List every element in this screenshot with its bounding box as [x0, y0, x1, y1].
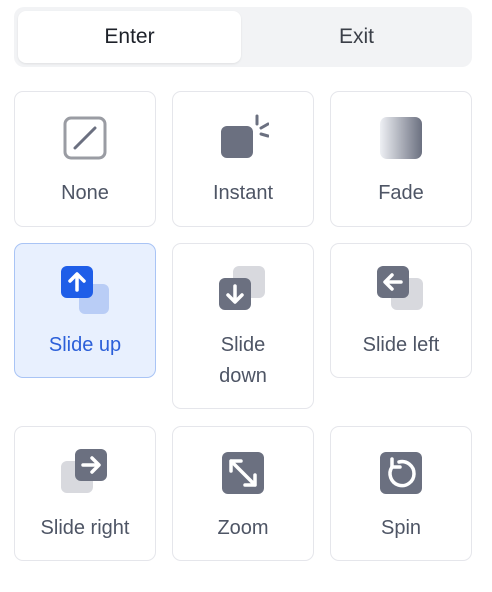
card-slide-right[interactable]: Slide right [14, 426, 156, 561]
slide-right-icon [61, 449, 107, 493]
enter-exit-toggle: Enter Exit [14, 7, 472, 67]
fade-icon [380, 117, 422, 159]
slide-down-icon [219, 266, 265, 310]
none-icon [63, 116, 107, 160]
card-label-none: None [61, 182, 109, 204]
tab-enter[interactable]: Enter [18, 11, 241, 63]
card-label-instant: Instant [212, 182, 274, 204]
instant-icon [221, 114, 269, 158]
card-zoom[interactable]: Zoom [172, 426, 314, 561]
tab-exit[interactable]: Exit [245, 11, 468, 63]
card-fade[interactable]: Fade [330, 91, 472, 227]
card-none[interactable]: None [14, 91, 156, 227]
card-label-zoom: Zoom [217, 517, 269, 539]
card-spin[interactable]: Spin [330, 426, 472, 561]
card-label-fade: Fade [378, 182, 424, 204]
card-label-spin: Spin [380, 517, 422, 539]
card-slide-left[interactable]: Slide left [330, 243, 472, 378]
card-label-slide-down-line2: down [219, 365, 267, 387]
slide-up-icon [61, 266, 109, 314]
card-instant[interactable]: Instant [172, 91, 314, 227]
card-label-slide-up: Slide up [48, 334, 122, 356]
card-slide-down[interactable]: Slide down [172, 243, 314, 409]
card-slide-up[interactable]: Slide up [14, 243, 156, 378]
spin-icon [380, 452, 422, 494]
slide-left-icon [377, 266, 423, 310]
card-label-slide-right: Slide right [40, 517, 130, 539]
card-label-slide-left: Slide left [362, 334, 440, 356]
zoom-icon [222, 452, 264, 494]
card-label-slide-down-line1: Slide [220, 334, 266, 356]
